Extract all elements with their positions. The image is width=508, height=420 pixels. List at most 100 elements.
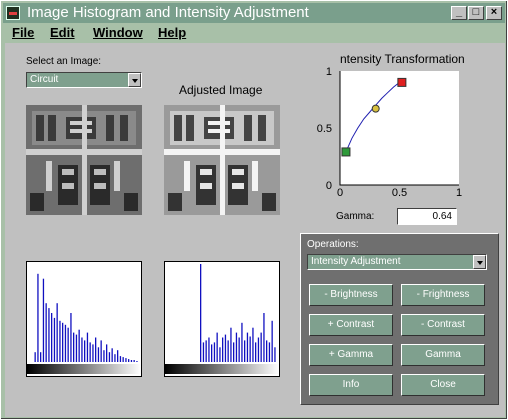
histogram-bar — [222, 337, 224, 362]
histogram-bar — [235, 332, 238, 362]
histogram-bar — [42, 278, 45, 362]
intensity-transformation-plot[interactable]: ntensity Transformation 0 0.5 1 0 0.5 1 — [315, 51, 485, 201]
histogram-bar — [205, 340, 207, 362]
histogram-bar — [67, 327, 69, 362]
histogram-bar — [45, 303, 47, 362]
histogram-bar — [53, 317, 56, 362]
histogram-bar — [238, 337, 240, 362]
y-tick-0-5: 0.5 — [317, 123, 332, 135]
chevron-down-icon[interactable] — [473, 255, 486, 269]
decrease-contrast-button[interactable]: - Contrast — [401, 314, 485, 336]
image-select-dropdown[interactable]: Circuit — [26, 72, 142, 88]
histogram-bar — [73, 332, 75, 362]
histogram-bar — [244, 340, 246, 362]
original-image — [26, 105, 142, 215]
x-tick-0: 0 — [337, 187, 343, 199]
decrease-brightness-button[interactable]: - Brightness — [309, 284, 393, 306]
histogram-bar — [230, 327, 232, 362]
histogram-bar — [37, 273, 39, 362]
chevron-down-icon[interactable] — [128, 73, 141, 87]
gamma-input[interactable]: 0.64 — [397, 208, 457, 225]
operations-label: Operations: — [307, 239, 359, 250]
histogram-bar — [125, 358, 127, 362]
y-tick-1: 1 — [326, 66, 332, 78]
close-button[interactable]: Close — [401, 374, 485, 396]
menu-help[interactable]: Help — [158, 25, 186, 40]
histogram-bar — [108, 352, 111, 362]
increase-contrast-button[interactable]: + Contrast — [309, 314, 393, 336]
histogram-bar — [114, 354, 116, 362]
adjusted-histogram — [164, 261, 280, 377]
histogram-bar — [246, 332, 249, 362]
histogram-bar — [211, 344, 213, 362]
histogram-bar — [266, 340, 268, 362]
histogram-bar — [255, 342, 257, 362]
histogram-bar — [89, 342, 91, 362]
menu-file[interactable]: File — [12, 25, 34, 40]
histogram-bar — [227, 340, 229, 362]
app-icon[interactable] — [6, 6, 20, 20]
original-histogram — [26, 261, 142, 377]
x-tick-0-5: 0.5 — [392, 187, 407, 199]
histogram-bar — [56, 303, 58, 362]
histogram-bar — [92, 344, 94, 362]
histogram-bar — [48, 308, 50, 362]
histogram-bar — [208, 337, 210, 362]
histogram-bar — [130, 360, 133, 362]
histogram-bar — [81, 337, 83, 362]
histogram-bar — [40, 352, 42, 362]
transform-handle-0[interactable] — [341, 147, 351, 157]
app-window: Image Histogram and Intensity Adjustment… — [0, 0, 508, 420]
intensity-gradient-bar — [165, 364, 279, 374]
menu-window[interactable]: Window — [93, 25, 143, 40]
image-select-value: Circuit — [30, 74, 59, 85]
histogram-bar — [133, 360, 135, 362]
histogram-bar — [260, 332, 262, 362]
close-window-button[interactable]: × — [486, 6, 502, 20]
histogram-bar — [274, 347, 276, 362]
histogram-bar — [213, 342, 216, 362]
histogram-bar — [51, 313, 53, 362]
gamma-button[interactable]: Gamma — [401, 344, 485, 366]
adjusted-image-label: Adjusted Image — [179, 83, 263, 97]
x-tick-1: 1 — [456, 187, 462, 199]
main-panel: Select an Image: Circuit Adjusted Image — [5, 43, 505, 417]
histogram-bar — [86, 332, 89, 362]
histogram-bar — [103, 350, 105, 362]
transform-handle-2[interactable] — [397, 77, 407, 87]
histogram-bar — [252, 327, 254, 362]
maximize-button[interactable]: □ — [468, 6, 484, 20]
y-tick-0: 0 — [326, 180, 332, 192]
histogram-bar — [62, 322, 64, 362]
transform-handle-1[interactable] — [371, 104, 380, 113]
increase-gamma-button[interactable]: + Gamma — [309, 344, 393, 366]
histogram-bar — [64, 324, 67, 362]
gamma-label: Gamma: — [336, 211, 375, 222]
histogram-bar — [34, 352, 36, 362]
histogram-bar — [202, 342, 205, 362]
plot-title: ntensity Transformation — [340, 52, 465, 66]
histogram-bar — [224, 334, 227, 362]
minimize-button[interactable]: _ — [451, 6, 467, 20]
histogram-bar — [268, 342, 271, 362]
menu-edit[interactable]: Edit — [50, 25, 75, 40]
histogram-bar — [216, 332, 218, 362]
histogram-bar — [249, 336, 251, 362]
histogram-bar — [111, 348, 113, 362]
frightness-button[interactable]: - Frightness — [401, 284, 485, 306]
histogram-bar — [200, 264, 202, 362]
histogram-bar — [117, 350, 119, 362]
histogram-bar — [59, 320, 61, 362]
histogram-bar — [128, 359, 130, 362]
adjusted-image — [164, 105, 280, 215]
histogram-bar — [241, 322, 243, 362]
window-title: Image Histogram and Intensity Adjustment — [27, 4, 309, 21]
histogram-bar — [263, 313, 265, 362]
select-image-label: Select an Image: — [26, 56, 102, 67]
operations-selected: Intensity Adjustment — [311, 256, 401, 267]
operations-dropdown[interactable]: Intensity Adjustment — [307, 254, 487, 270]
histogram-bar — [257, 337, 260, 362]
info-button[interactable]: Info — [309, 374, 393, 396]
histogram-bar — [219, 347, 221, 362]
title-bar[interactable]: Image Histogram and Intensity Adjustment… — [3, 3, 505, 23]
